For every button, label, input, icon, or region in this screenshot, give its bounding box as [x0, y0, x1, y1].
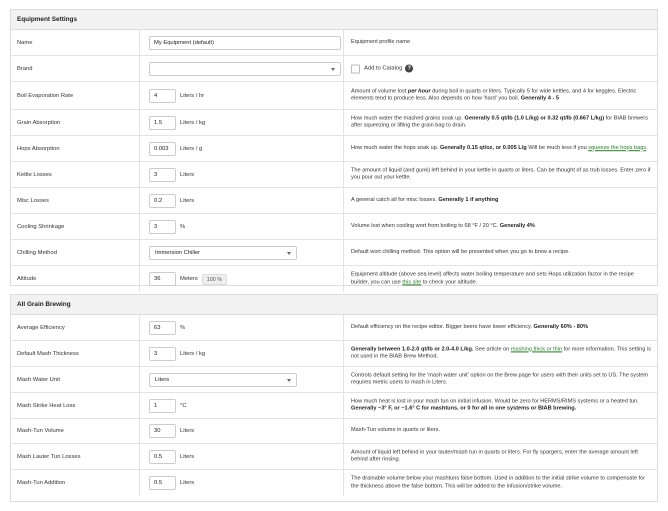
unit-label: Liters / g [180, 145, 203, 152]
help-icon[interactable]: ? [405, 64, 414, 73]
mash-strike-heat-loss-input[interactable]: 1 [149, 398, 176, 413]
row-altitude: Altitude 36 Meters 100 % Equipment altit… [11, 266, 657, 292]
row-mash-tun-volume: Mash-Tun Volume 30 Liters Mash-Tun volum… [11, 419, 657, 444]
name-label: Name [17, 39, 33, 46]
brand-label: Brand [17, 65, 33, 72]
row-mash-strike-heat-loss: Mash Strike Heat Loss 1 °C How much heat… [11, 393, 657, 419]
misc-losses-description: A general catch all for misc losses. Gen… [351, 196, 499, 203]
name-description: Equipment profile name [351, 38, 411, 45]
equipment-settings-panel: Equipment Settings Name My Equipment (de… [10, 9, 658, 292]
add-to-catalog-checkbox[interactable] [351, 64, 360, 73]
all-grain-brewing-panel: All Grain Brewing Average Efficiency 63 … [10, 294, 658, 502]
mash-strike-heat-loss-label: Mash Strike Heat Loss [17, 402, 76, 409]
add-to-catalog-label: Add to Catalog [364, 65, 403, 72]
unit-label: % [180, 324, 186, 331]
boil-evaporation-label: Boil Evaporation Rate [17, 92, 74, 99]
mash-lauter-tun-losses-label: Mash Lauter Tun Losses [17, 453, 81, 460]
altitude-site-link[interactable]: this site [402, 279, 421, 285]
row-mash-tun-addition: Mash-Tun Addition 0.5 Liters The drainab… [11, 470, 657, 496]
row-average-efficiency: Average Efficiency 63 % Default efficien… [11, 315, 657, 341]
chevron-down-icon [287, 251, 291, 255]
mash-tun-addition-description: The drainable volume below your mashtuns… [351, 475, 646, 489]
altitude-description: Equipment altitude (above sea level) aff… [351, 271, 634, 285]
average-efficiency-input[interactable]: 63 [149, 320, 176, 335]
chilling-method-description: Default wort chilling method. This optio… [351, 248, 570, 255]
unit-label: Liters [180, 171, 195, 178]
mash-water-unit-description: Controls default setting for the 'mash w… [351, 371, 649, 386]
row-kettle-losses: Kettle Losses 3 Liters The amount of liq… [11, 162, 657, 188]
kettle-losses-description: The amount of liquid (and gunk) left beh… [351, 166, 651, 181]
kettle-losses-input[interactable]: 3 [149, 167, 176, 182]
chilling-method-select[interactable]: Immersion Chiller [149, 245, 297, 260]
row-name: Name My Equipment (default) Equipment pr… [11, 30, 657, 56]
hops-absorption-label: Hops Absorption [17, 145, 60, 152]
hops-absorption-description: How much water the hops soak up. General… [351, 144, 648, 151]
unit-label: Meters [180, 276, 198, 282]
mash-thickness-input[interactable]: 3 [149, 346, 176, 361]
row-brand: Brand Add to Catalog ? [11, 56, 657, 82]
row-grain-absorption: Grain Absorption 1.5 Liters / kg How muc… [11, 110, 657, 136]
mash-lauter-tun-losses-input[interactable]: 0.5 [149, 449, 176, 464]
misc-losses-label: Misc Losses [17, 197, 49, 204]
squeeze-hops-link[interactable]: squeeze the hops bags [588, 145, 646, 151]
row-hops-absorption: Hops Absorption 0.003 Liters / g How muc… [11, 136, 657, 162]
row-cooling-shrinkage: Cooling Shrinkage 3 % Volume lost when c… [11, 214, 657, 240]
mash-tun-volume-description: Mash-Tun volume in quarts or liters. [351, 427, 441, 434]
unit-label: Liters / hr [180, 92, 205, 99]
mash-water-unit-label: Mash Water Unit [17, 376, 60, 383]
misc-losses-input[interactable]: 0.2 [149, 193, 176, 208]
name-input[interactable]: My Equipment (default) [149, 35, 341, 50]
chevron-down-icon [331, 67, 335, 71]
unit-label: Liters / kg [180, 350, 206, 357]
unit-label: % [180, 223, 186, 230]
mash-tun-volume-label: Mash-Tun Volume [17, 428, 64, 434]
row-boil-evaporation: Boil Evaporation Rate 4 Liters / hr Amou… [11, 82, 657, 110]
unit-label: Liters [180, 197, 195, 204]
mash-lauter-tun-losses-description: Amount of liquid left behind in your lau… [351, 448, 638, 463]
hops-utilization-badge: 100 % [201, 273, 228, 285]
cooling-shrinkage-label: Cooling Shrinkage [17, 223, 65, 230]
row-mash-thickness: Default Mash Thickness 3 Liters / kg Gen… [11, 341, 657, 367]
grain-absorption-label: Grain Absorption [17, 119, 61, 126]
boil-evaporation-description: Amount of volume lost per hour during bo… [351, 87, 637, 102]
kettle-losses-label: Kettle Losses [17, 171, 52, 178]
unit-label: Liters [180, 453, 195, 460]
chevron-down-icon [287, 378, 291, 382]
boil-evaporation-input[interactable]: 4 [149, 88, 176, 103]
grain-absorption-description: How much water the mashed grains soak up… [351, 114, 648, 129]
average-efficiency-description: Default efficiency on the recipe editor.… [351, 323, 588, 330]
brand-select[interactable] [149, 61, 341, 76]
row-chilling-method: Chilling Method Immersion Chiller Defaul… [11, 240, 657, 266]
mash-tun-addition-input[interactable]: 0.5 [149, 476, 176, 490]
mashing-thick-or-thin-link[interactable]: mashing thick or thin [511, 346, 562, 352]
mash-thickness-description: Generally between 1.0-2.0 qt/lb or 2.0-4… [351, 345, 651, 360]
mash-strike-heat-loss-description: How much heat is lost in your mash tun o… [351, 397, 639, 412]
altitude-label: Altitude [17, 276, 37, 282]
chilling-method-label: Chilling Method [17, 249, 57, 256]
hops-absorption-input[interactable]: 0.003 [149, 141, 176, 156]
panel-title: All Grain Brewing [11, 295, 657, 315]
mash-thickness-label: Default Mash Thickness [17, 350, 79, 357]
unit-label: Liters / kg [180, 119, 206, 126]
average-efficiency-label: Average Efficiency [17, 324, 65, 331]
mash-water-unit-value: Liters [155, 376, 170, 383]
cooling-shrinkage-description: Volume lost when cooling wort from boili… [351, 222, 535, 229]
panel-title: Equipment Settings [11, 10, 657, 30]
altitude-input[interactable]: 36 [149, 272, 176, 286]
unit-label: Liters [180, 428, 195, 434]
unit-label: Liters [180, 480, 195, 486]
mash-tun-volume-input[interactable]: 30 [149, 424, 176, 438]
chilling-method-value: Immersion Chiller [155, 249, 201, 256]
cooling-shrinkage-input[interactable]: 3 [149, 219, 176, 234]
mash-tun-addition-label: Mash-Tun Addition [17, 480, 66, 486]
row-misc-losses: Misc Losses 0.2 Liters A general catch a… [11, 188, 657, 214]
mash-water-unit-select[interactable]: Liters [149, 372, 297, 387]
unit-label: °C [180, 402, 187, 409]
grain-absorption-input[interactable]: 1.5 [149, 115, 176, 130]
row-mash-water-unit: Mash Water Unit Liters Controls default … [11, 367, 657, 393]
row-mash-lauter-tun-losses: Mash Lauter Tun Losses 0.5 Liters Amount… [11, 444, 657, 470]
